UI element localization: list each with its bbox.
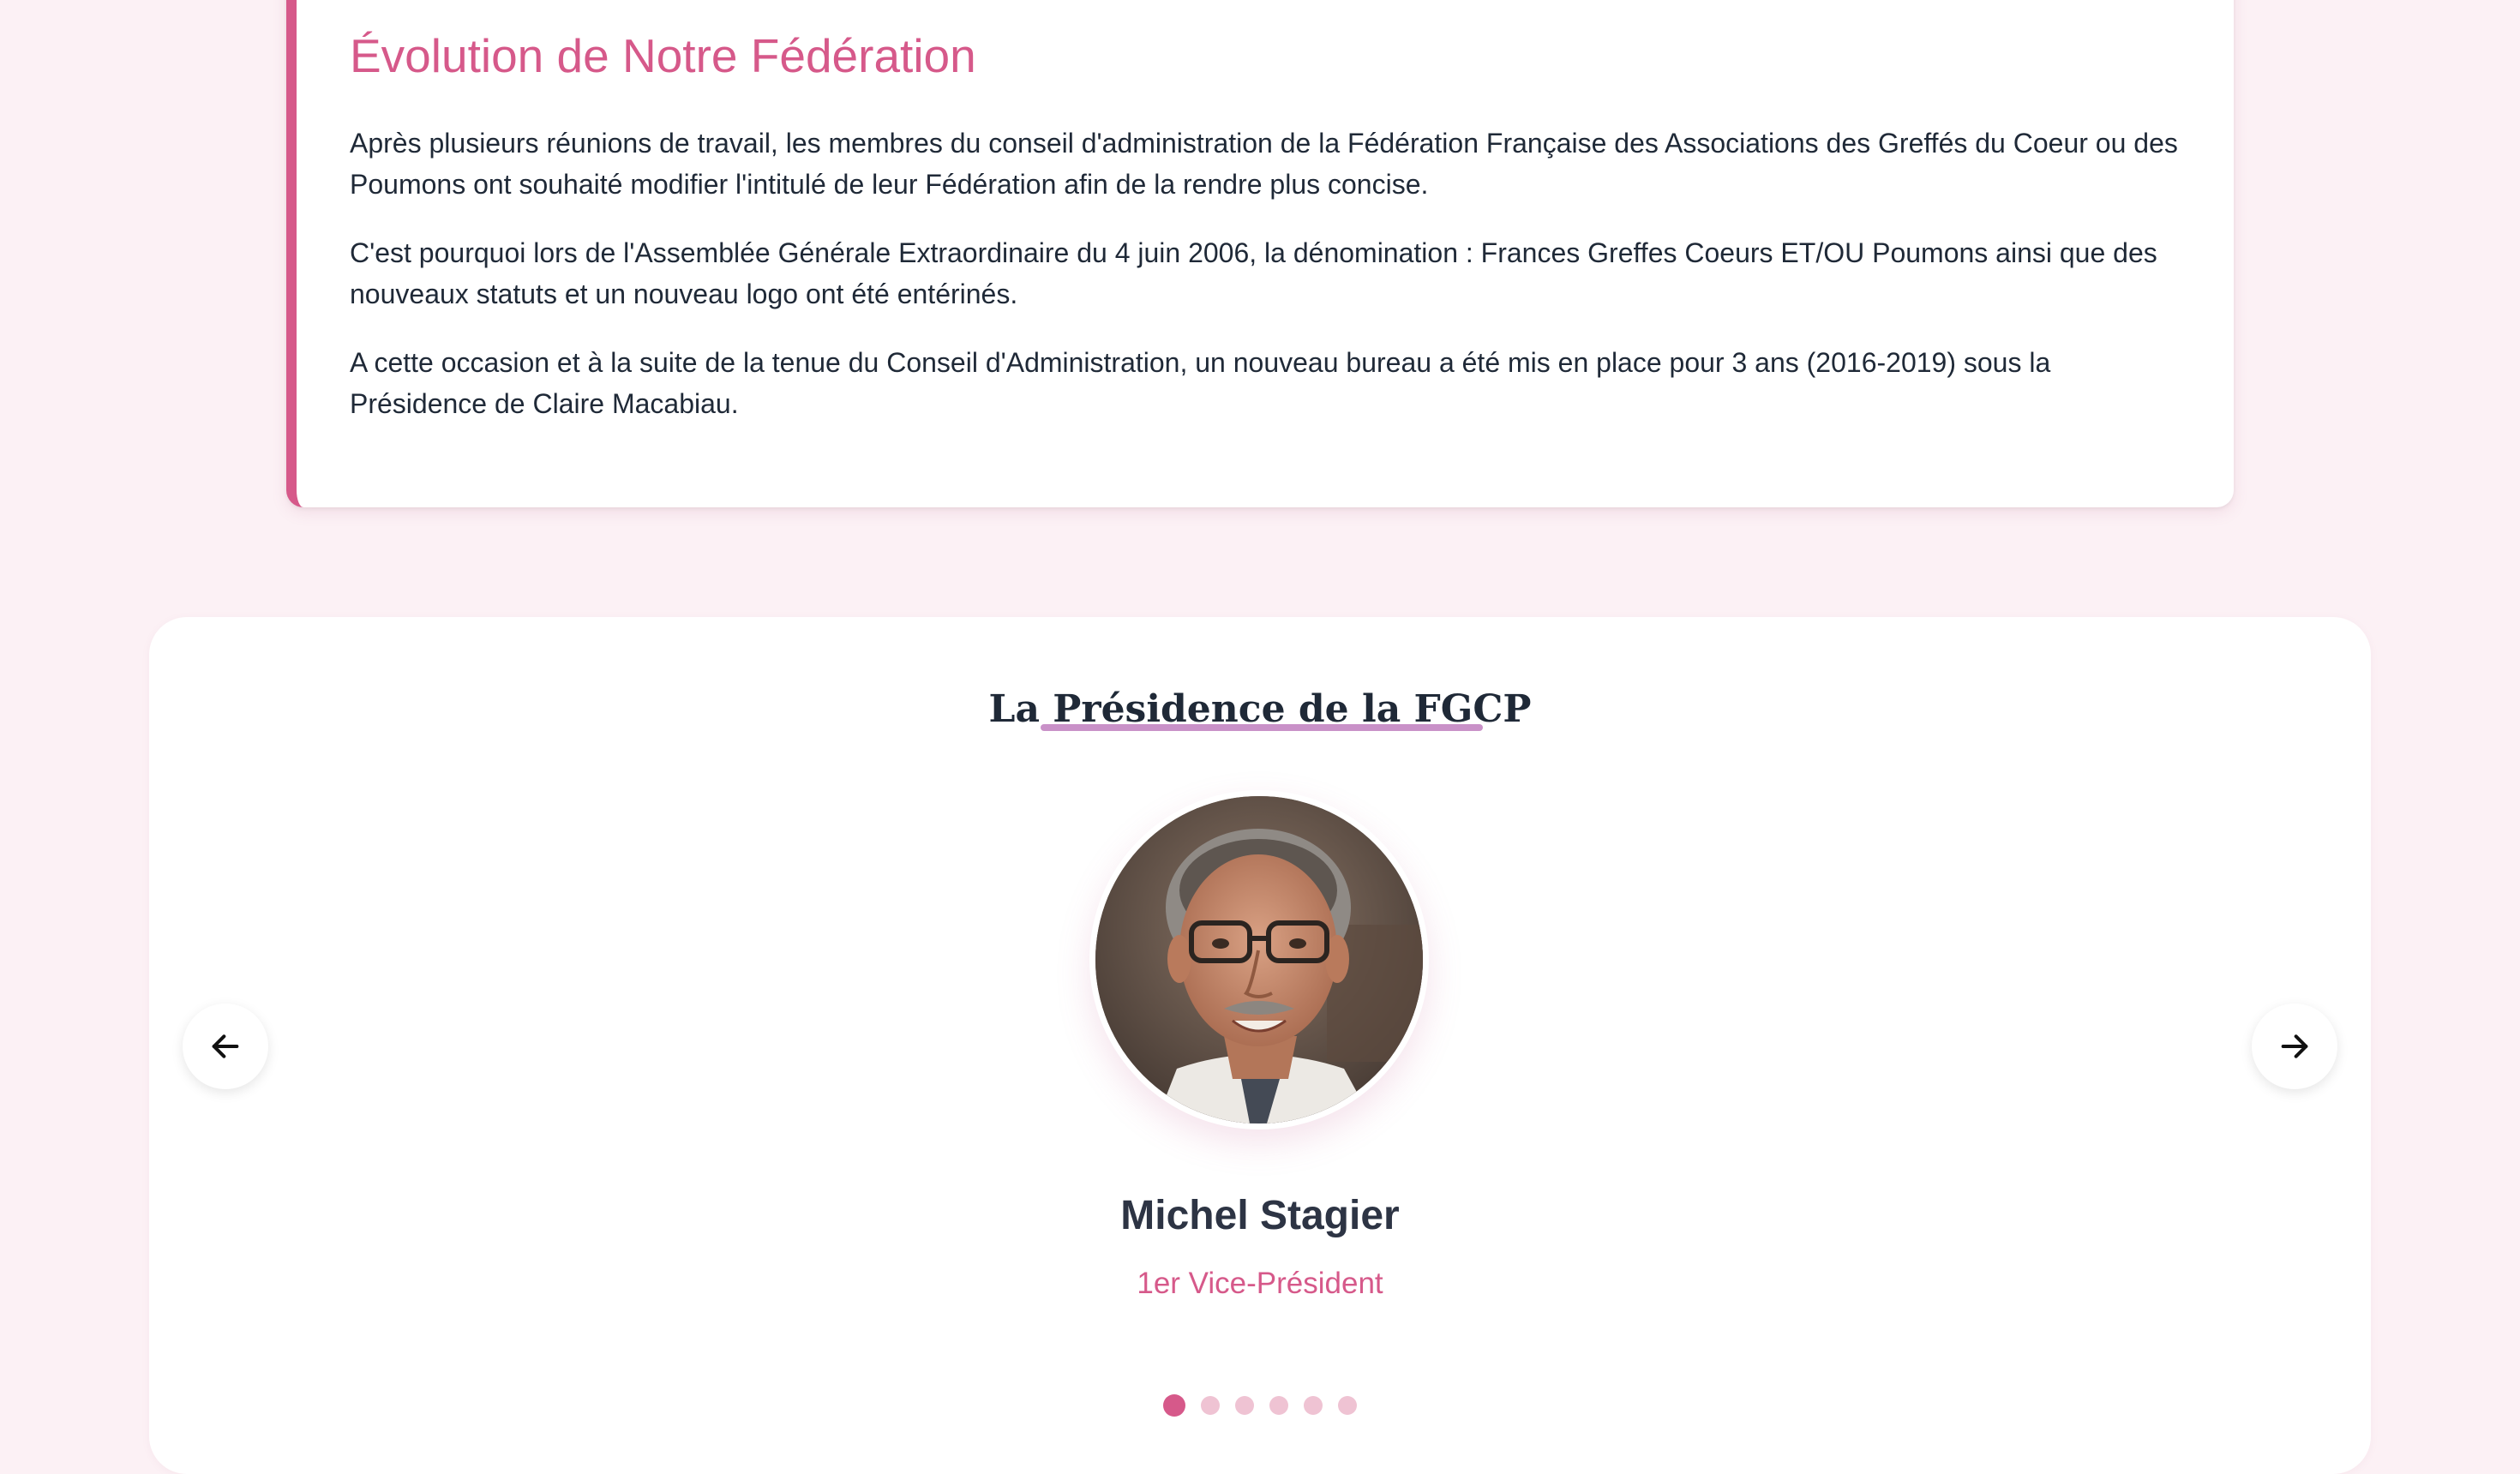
member-photo [1095,796,1423,1123]
evolution-paragraph: A cette occasion et à la suite de la ten… [350,347,2051,419]
evolution-body: Après plusieurs réunions de travail, les… [350,123,2184,452]
evolution-title: Évolution de Notre Fédération [350,29,976,82]
carousel-dot[interactable] [1269,1396,1288,1415]
carousel-next-button[interactable] [2252,1004,2337,1089]
arrow-left-icon [212,1034,239,1058]
carousel-dot[interactable] [1304,1396,1323,1415]
evolution-paragraph: Après plusieurs réunions de travail, les… [350,128,2178,200]
carousel-pagination [1163,1394,1357,1417]
carousel-dot[interactable] [1235,1396,1254,1415]
carousel-dot[interactable] [1163,1394,1185,1417]
member-name: Michel Stagier [1120,1193,1400,1238]
title-underline [1041,724,1483,731]
carousel-dot[interactable] [1338,1396,1357,1415]
carousel-prev-button[interactable] [183,1004,268,1089]
arrow-right-icon [2281,1034,2308,1058]
carousel-dot[interactable] [1201,1396,1220,1415]
member-role: 1er Vice-Président [1137,1267,1383,1300]
evolution-paragraph: C'est pourquoi lors de l'Assemblée Génér… [350,237,2157,309]
